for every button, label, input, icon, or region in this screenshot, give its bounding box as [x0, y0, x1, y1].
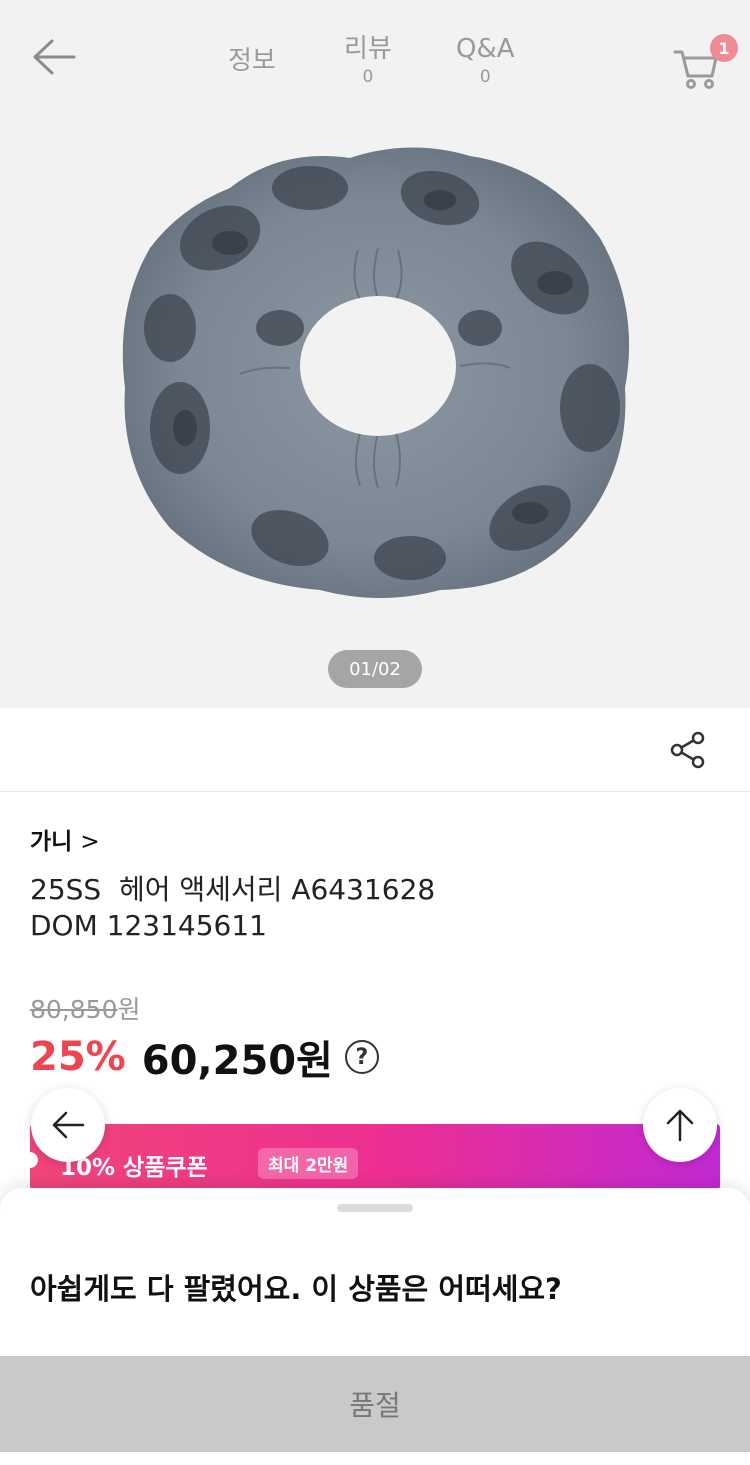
back-button[interactable] [28, 32, 78, 82]
tab-review-count: 0 [362, 67, 374, 87]
floating-back-button[interactable] [31, 1088, 105, 1162]
cart-count-badge: 1 [710, 34, 738, 62]
sale-price-row: 25% 60,250원 ? [30, 1032, 379, 1084]
tab-info[interactable]: 정보 [228, 46, 276, 76]
arrow-left-icon [33, 39, 76, 75]
product-image [122, 147, 630, 598]
sale-price: 60,250원 [141, 1038, 333, 1084]
arrow-left-icon [52, 1111, 85, 1139]
product-name-line1: 25SS 헤어 액세서리 A6431628 [30, 873, 436, 906]
tab-review-label: 리뷰 [344, 34, 392, 64]
share-icon [670, 731, 705, 769]
tab-qa-count: 0 [479, 67, 491, 87]
original-price: 80,850원 [30, 990, 141, 1026]
original-price-currency: 원 [117, 995, 141, 1024]
brand-link[interactable]: 가니 > [30, 822, 100, 856]
cart-button[interactable]: 1 [670, 34, 738, 89]
coupon-banner[interactable]: 10% 상품쿠폰 최대 2만원 [30, 1124, 720, 1190]
tab-qa-label: Q&A [456, 34, 515, 64]
discount-rate: 25% [30, 1034, 126, 1080]
sheet-title: 아쉽게도 다 팔렸어요. 이 상품은 어떠세요? [30, 1272, 562, 1306]
product-name: 25SS 헤어 액세서리 A6431628 DOM 123145611 [30, 872, 720, 944]
price-help-icon[interactable]: ? [344, 1040, 379, 1074]
soldout-button[interactable]: 품절 [0, 1356, 750, 1452]
scroll-top-button[interactable] [643, 1088, 717, 1162]
original-price-value: 80,850 [30, 995, 118, 1024]
share-button[interactable] [668, 730, 708, 770]
chevron-right-icon: > [80, 829, 100, 855]
tab-info-label: 정보 [228, 46, 276, 76]
coupon-max-badge: 최대 2만원 [258, 1148, 359, 1179]
share-row [0, 708, 750, 792]
product-name-line2: DOM 123145611 [30, 909, 267, 942]
top-nav-bar: 정보 리뷰 0 Q&A 0 1 [0, 0, 750, 112]
tab-qa[interactable]: Q&A 0 [456, 34, 515, 88]
arrow-up-icon [666, 1109, 694, 1142]
tab-review[interactable]: 리뷰 0 [344, 34, 392, 88]
coupon-notch [30, 1152, 38, 1168]
brand-name: 가니 [30, 829, 73, 855]
product-image-gallery[interactable]: 01/02 [0, 112, 750, 708]
soldout-bottom-sheet: 아쉽게도 다 팔렸어요. 이 상품은 어떠세요? 품절 [0, 1188, 750, 1465]
sheet-drag-handle[interactable] [337, 1204, 413, 1212]
gallery-pager: 01/02 [328, 650, 422, 688]
